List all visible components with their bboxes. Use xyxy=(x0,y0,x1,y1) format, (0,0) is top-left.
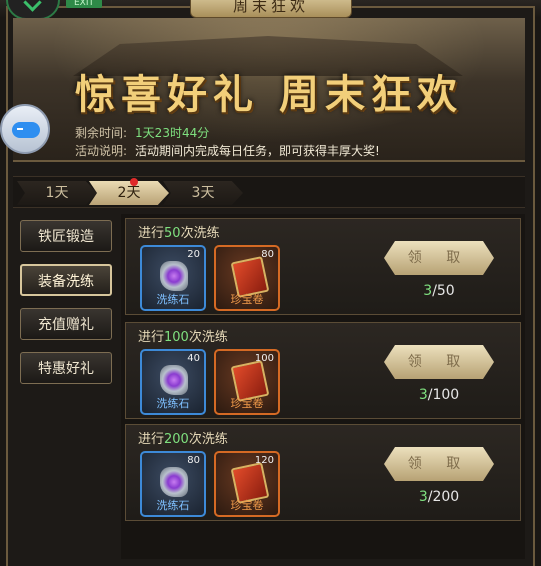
window-title: 周末狂欢 xyxy=(190,0,352,18)
reward-name: 珍宝卷 xyxy=(230,499,264,512)
reward-refining-stone[interactable]: 20 洗练石 xyxy=(140,245,206,311)
task-title-suffix: 次洗练 xyxy=(188,330,228,345)
reward-qty: 100 xyxy=(254,353,274,364)
progress-total: /50 xyxy=(432,283,455,299)
remaining-time-row: 剩余时间: 1天23时44分 xyxy=(75,124,209,141)
reward-name: 珍宝卷 xyxy=(230,397,264,410)
tab-day-1[interactable]: 1天 xyxy=(17,181,97,205)
reward-refining-stone[interactable]: 40 洗练石 xyxy=(140,349,206,415)
progress-current: 3 xyxy=(418,387,428,403)
task-card: 进行50次洗练 20 洗练石 80 珍宝卷 领 取 3/50 xyxy=(125,218,521,315)
tab-day-3[interactable]: 3天 xyxy=(163,181,243,205)
task-target-count: 100 xyxy=(164,330,189,345)
task-title: 进行100次洗练 xyxy=(138,326,228,345)
task-list: 进行50次洗练 20 洗练石 80 珍宝卷 领 取 3/50 进行100次洗练 … xyxy=(121,214,525,559)
task-title-suffix: 次洗练 xyxy=(188,432,228,447)
exit-badge: EXIT xyxy=(66,0,102,8)
task-title-prefix: 进行 xyxy=(138,226,165,241)
task-progress: 3/50 xyxy=(384,283,494,299)
sidebar-item-recharge-gift[interactable]: 充值赠礼 xyxy=(20,308,112,340)
event-banner: 惊喜好礼 周末狂欢 剩余时间: 1天23时44分 活动说明: 活动期间内完成每日任务… xyxy=(13,18,525,162)
reward-treasure-scroll[interactable]: 100 珍宝卷 xyxy=(214,349,280,415)
task-target-count: 200 xyxy=(164,432,189,447)
task-title-prefix: 进行 xyxy=(138,330,165,345)
tab-day-2[interactable]: 2天 xyxy=(89,181,169,205)
event-description-label: 活动说明: xyxy=(75,144,128,158)
task-title: 进行50次洗练 xyxy=(138,222,220,241)
sidebar-item-refining[interactable]: 装备洗练 xyxy=(20,264,112,296)
refining-stone-icon xyxy=(160,467,188,497)
reward-treasure-scroll[interactable]: 120 珍宝卷 xyxy=(214,451,280,517)
sidebar-item-blacksmith[interactable]: 铁匠锻造 xyxy=(20,220,112,252)
refining-stone-icon xyxy=(160,261,188,291)
task-progress: 3/100 xyxy=(384,387,494,403)
progress-current: 3 xyxy=(423,283,433,299)
claim-button[interactable]: 领 取 xyxy=(384,241,494,275)
task-title-suffix: 次洗练 xyxy=(180,226,220,241)
task-title-prefix: 进行 xyxy=(138,432,165,447)
task-progress: 3/200 xyxy=(384,489,494,505)
category-sidebar: 铁匠锻造 装备洗练 充值赠礼 特惠好礼 xyxy=(13,214,117,559)
reward-name: 洗练石 xyxy=(156,397,190,410)
task-card: 进行100次洗练 40 洗练石 100 珍宝卷 领 取 3/100 xyxy=(125,322,521,419)
remaining-time-value: 1天23时44分 xyxy=(135,126,210,140)
progress-current: 3 xyxy=(418,489,428,505)
claim-button[interactable]: 领 取 xyxy=(384,447,494,481)
reward-name: 洗练石 xyxy=(156,499,190,512)
gamepad-icon[interactable] xyxy=(0,104,50,154)
task-title: 进行200次洗练 xyxy=(138,428,228,447)
task-target-count: 50 xyxy=(164,226,181,241)
remaining-time-label: 剩余时间: xyxy=(75,126,128,140)
task-card: 进行200次洗练 80 洗练石 120 珍宝卷 领 取 3/200 xyxy=(125,424,521,521)
reward-name: 洗练石 xyxy=(156,293,190,306)
claim-button[interactable]: 领 取 xyxy=(384,345,494,379)
sidebar-item-special-offer[interactable]: 特惠好礼 xyxy=(20,352,112,384)
day-tab-bar: 1天 2天 3天 xyxy=(13,176,525,208)
event-description-text: 活动期间内完成每日任务，即可获得丰厚大奖! xyxy=(135,144,380,158)
reward-qty: 120 xyxy=(254,455,274,466)
reward-treasure-scroll[interactable]: 80 珍宝卷 xyxy=(214,245,280,311)
event-description-row: 活动说明: 活动期间内完成每日任务，即可获得丰厚大奖! xyxy=(75,142,380,159)
reward-refining-stone[interactable]: 80 洗练石 xyxy=(140,451,206,517)
progress-total: /200 xyxy=(427,489,460,505)
reward-qty: 80 xyxy=(261,249,274,260)
notification-dot xyxy=(130,178,138,186)
refining-stone-icon xyxy=(160,365,188,395)
banner-title: 惊喜好礼 周末狂欢 xyxy=(75,71,463,118)
progress-total: /100 xyxy=(427,387,460,403)
reward-qty: 20 xyxy=(187,249,200,260)
reward-name: 珍宝卷 xyxy=(230,293,264,306)
reward-qty: 80 xyxy=(187,455,200,466)
reward-qty: 40 xyxy=(187,353,200,364)
